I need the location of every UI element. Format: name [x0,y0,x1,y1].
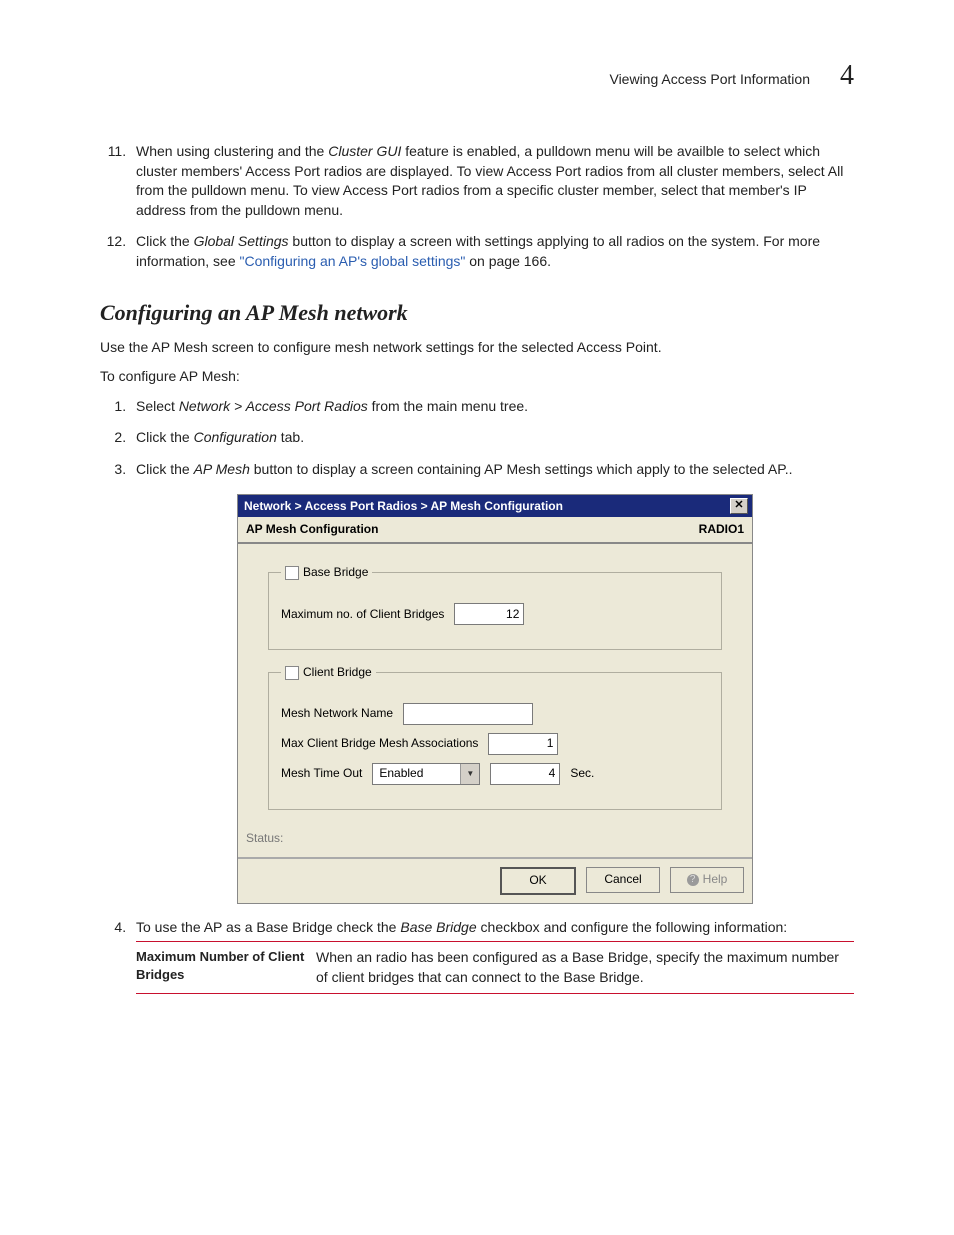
max-client-bridges-row: Maximum no. of Client Bridges 12 [281,603,709,625]
section-heading: Configuring an AP Mesh network [100,300,854,326]
dialog-title: Network > Access Port Radios > AP Mesh C… [244,498,563,515]
text-run: To use the AP as a Base Bridge check the [136,919,400,935]
text-run: checkbox and configure the following inf… [477,919,788,935]
status-row: Status: [238,824,752,857]
chevron-down-icon: ▼ [460,764,479,784]
text-run: button to display a screen containing AP… [250,461,793,477]
page-header: Viewing Access Port Information 4 [100,60,854,92]
mesh-name-input[interactable] [403,703,533,725]
step-list: When using clustering and the Cluster GU… [100,142,854,272]
dialog-subheader: AP Mesh Configuration RADIO1 [238,517,752,544]
mesh-timeout-input[interactable]: 4 [490,763,560,785]
ok-button[interactable]: OK [500,867,576,895]
emphasis: Cluster GUI [328,143,401,159]
substep-4: To use the AP as a Base Bridge check the… [130,918,854,995]
emphasis: AP Mesh [194,461,250,477]
dialog-body: Base Bridge Maximum no. of Client Bridge… [238,544,752,810]
client-bridge-checkbox[interactable] [285,666,299,680]
text-run: Click the [136,429,194,445]
cancel-button[interactable]: Cancel [586,867,660,893]
cross-reference-link[interactable]: "Configuring an AP's global settings" [240,253,466,269]
base-bridge-legend: Base Bridge [281,564,372,581]
substep-2: Click the Configuration tab. [130,428,854,448]
base-bridge-group: Base Bridge Maximum no. of Client Bridge… [268,564,722,650]
text-run: Click the [136,461,194,477]
ap-mesh-dialog: Network > Access Port Radios > AP Mesh C… [237,494,753,904]
legend-label: Client Bridge [303,665,372,679]
emphasis: Configuration [194,429,277,445]
legend-label: Base Bridge [303,565,368,579]
term-cell: Maximum Number of Client Bridges [136,942,316,994]
mesh-timeout-unit: Sec. [570,765,594,782]
help-button[interactable]: ? Help [670,867,744,893]
step-12: Click the Global Settings button to disp… [130,232,854,271]
status-label: Status: [246,831,283,845]
step-11: When using clustering and the Cluster GU… [130,142,854,220]
text-run: on page 166. [465,253,551,269]
emphasis: Base Bridge [400,919,476,935]
client-bridge-legend: Client Bridge [281,664,376,681]
emphasis: Global Settings [194,233,289,249]
text-run: Click the [136,233,194,249]
max-client-bridges-input[interactable]: 12 [454,603,524,625]
help-icon: ? [687,874,699,886]
select-value: Enabled [379,765,423,782]
definition-table: Maximum Number of Client Bridges When an… [136,941,854,994]
substep-list: Select Network > Access Port Radios from… [100,397,854,995]
desc-cell: When an radio has been configured as a B… [316,942,854,994]
chapter-number: 4 [840,60,854,92]
max-assoc-input[interactable]: 1 [488,733,558,755]
text-run: from the main menu tree. [368,398,528,414]
text-run: Select [136,398,179,414]
close-button[interactable]: ✕ [730,498,748,514]
dialog-titlebar: Network > Access Port Radios > AP Mesh C… [238,495,752,518]
text-run: tab. [277,429,304,445]
client-bridge-group: Client Bridge Mesh Network Name Max Clie… [268,664,722,810]
intro-paragraph: Use the AP Mesh screen to configure mesh… [100,338,854,358]
dialog-subtitle: AP Mesh Configuration [246,521,378,538]
emphasis: Network > Access Port Radios [179,398,368,414]
max-client-bridges-label: Maximum no. of Client Bridges [281,606,444,623]
base-bridge-checkbox[interactable] [285,566,299,580]
mesh-timeout-label: Mesh Time Out [281,765,362,782]
dialog-button-row: OK Cancel ? Help [238,857,752,903]
mesh-timeout-select[interactable]: Enabled ▼ [372,763,480,785]
max-assoc-label: Max Client Bridge Mesh Associations [281,735,478,752]
substep-1: Select Network > Access Port Radios from… [130,397,854,417]
max-assoc-row: Max Client Bridge Mesh Associations 1 [281,733,709,755]
intro-paragraph: To configure AP Mesh: [100,367,854,387]
dialog-radio-label: RADIO1 [699,521,744,538]
header-title: Viewing Access Port Information [609,71,810,87]
substep-3: Click the AP Mesh button to display a sc… [130,460,854,904]
text-run: When using clustering and the [136,143,328,159]
mesh-name-row: Mesh Network Name [281,703,709,725]
mesh-timeout-row: Mesh Time Out Enabled ▼ 4 Sec. [281,763,709,785]
mesh-name-label: Mesh Network Name [281,705,393,722]
help-label: Help [703,871,728,888]
